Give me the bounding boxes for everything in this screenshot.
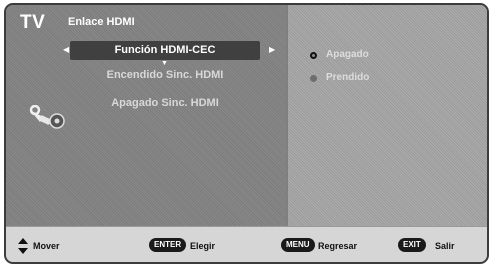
tv-label: TV [20, 12, 46, 33]
menu-item-hdmi-cec[interactable]: Función HDMI-CEC [70, 41, 260, 60]
hint-menu-label: Regresar [318, 241, 358, 251]
left-arrow-icon[interactable]: ◀ [63, 45, 69, 54]
radio-apagado-icon[interactable] [310, 52, 317, 59]
right-arrow-icon[interactable]: ▶ [269, 45, 275, 54]
exit-key-badge[interactable]: EXIT [398, 238, 426, 252]
menu-key-badge[interactable]: MENU [281, 238, 315, 252]
hint-exit-label: Salir [435, 241, 455, 251]
section-title: Enlace HDMI [68, 16, 135, 28]
hint-move-label: Mover [33, 241, 60, 251]
radio-prendido-icon[interactable] [310, 75, 317, 82]
enter-key-badge[interactable]: ENTER [149, 238, 187, 252]
menu-item-encendido-sinc[interactable]: Encendido Sinc. HDMI [70, 69, 260, 81]
option-prendido[interactable]: Prendido [326, 72, 369, 83]
options-pane [288, 5, 487, 227]
up-down-arrows-icon [18, 238, 28, 254]
hint-enter-label: Elegir [190, 241, 216, 251]
option-apagado[interactable]: Apagado [326, 49, 369, 60]
menu-item-apagado-sinc[interactable]: Apagado Sinc. HDMI [70, 97, 260, 109]
setup-tool-icon [29, 105, 65, 129]
down-arrow-icon: ▼ [161, 60, 168, 67]
